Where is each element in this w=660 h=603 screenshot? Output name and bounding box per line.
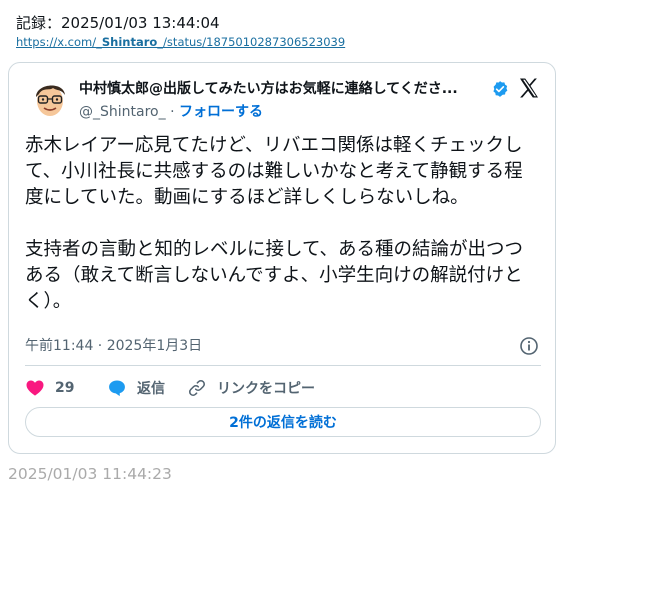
avatar[interactable] [29, 77, 71, 119]
handle-row: @_Shintaro_ · フォローする [79, 101, 263, 121]
url-suffix: /status/1875010287306523039 [163, 35, 346, 49]
url-user: _Shintaro_ [96, 35, 164, 49]
tweet-timestamp[interactable]: 午前11:44 · 2025年1月3日 [25, 335, 202, 355]
link-icon [189, 380, 205, 396]
display-name[interactable]: 中村慎太郎@出版してみたい方はお気軽に連絡してくださ... [79, 78, 483, 98]
like-count: 29 [55, 380, 75, 396]
x-logo-icon[interactable] [517, 76, 541, 100]
read-replies-button[interactable]: 2件の返信を読む [25, 407, 541, 437]
captured-time: 2025/01/03 11:44:23 [8, 465, 172, 483]
url-prefix: https://x.com/ [16, 35, 97, 49]
reply-label: 返信 [137, 381, 165, 397]
tweet-url-link[interactable]: https://x.com/_Shintaro_/status/18750102… [16, 35, 345, 49]
copy-link-label: リンクをコピー [217, 381, 315, 397]
record-timestamp: 記録：2025/01/03 13:44:04 [16, 14, 220, 32]
like-button[interactable]: 29 [25, 375, 74, 401]
reply-icon [109, 380, 125, 397]
tweet-card: 中村慎太郎@出版してみたい方はお気軽に連絡してくださ... @_Shintaro… [8, 62, 556, 454]
divider [25, 365, 541, 366]
info-icon[interactable] [519, 336, 539, 356]
follow-button[interactable]: フォローする [179, 104, 263, 120]
heart-icon [26, 380, 44, 396]
copy-link-button[interactable]: リンクをコピー [187, 375, 315, 401]
verified-badge-icon [493, 81, 508, 97]
separator-dot: · [170, 104, 175, 120]
reply-button[interactable]: 返信 [107, 375, 165, 401]
tweet-text: 赤木レイアー応見てたけど、リバエコ関係は軽くチェックして、小川社長に共感するのは… [25, 135, 524, 312]
handle[interactable]: @_Shintaro_ [79, 104, 166, 120]
